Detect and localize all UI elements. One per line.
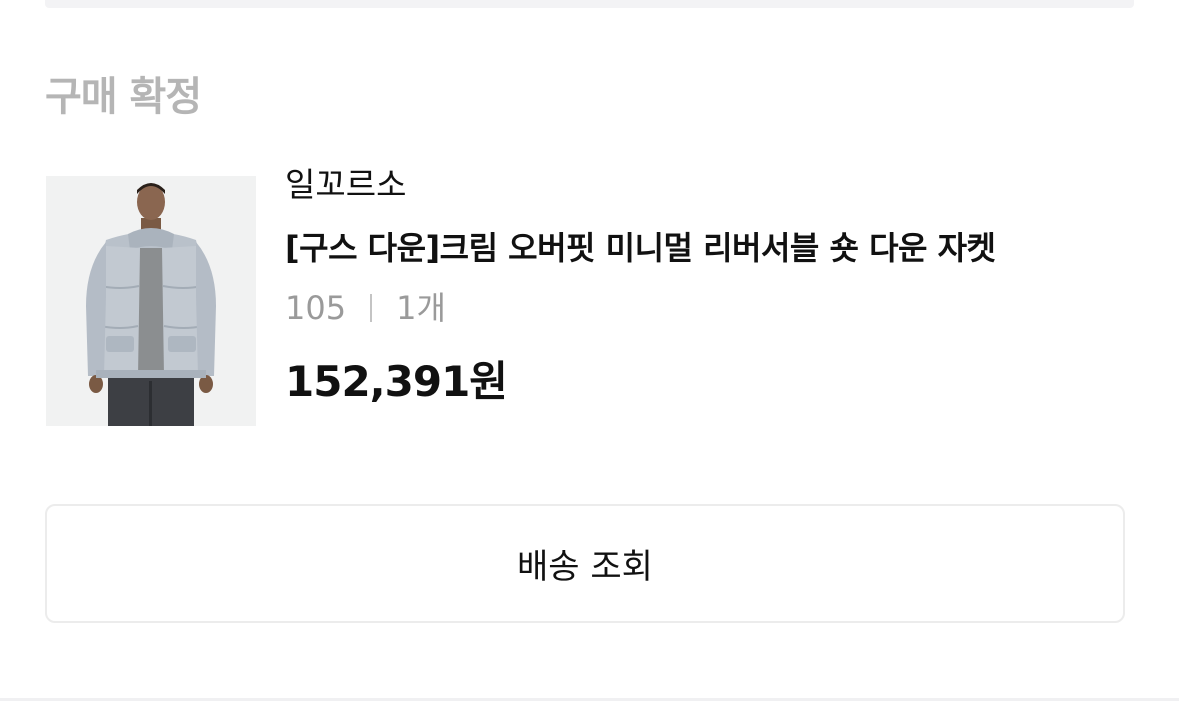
product-info: 일꼬르소 [구스 다운]크림 오버핏 미니멀 리버서블 숏 다운 자켓 105 … (285, 162, 1125, 410)
top-divider (45, 0, 1134, 8)
delivery-tracking-button[interactable]: 배송 조회 (45, 504, 1125, 623)
order-item-card: 구매 확정 일꼬르소 [구스 다운]크림 오버핏 미니멀 리버서블 숏 다운 자… (0, 0, 1179, 701)
option-size: 105 (285, 289, 347, 327)
product-name[interactable]: [구스 다운]크림 오버핏 미니멀 리버서블 숏 다운 자켓 (285, 226, 1121, 270)
order-status-title: 구매 확정 (45, 74, 202, 120)
product-price: 152,391원 (285, 357, 508, 406)
product-options: 105 1개 (285, 286, 1125, 330)
option-separator (370, 294, 373, 322)
option-quantity: 1개 (396, 289, 446, 327)
brand-name[interactable]: 일꼬르소 (285, 162, 1125, 208)
product-thumbnail[interactable] (46, 176, 256, 426)
